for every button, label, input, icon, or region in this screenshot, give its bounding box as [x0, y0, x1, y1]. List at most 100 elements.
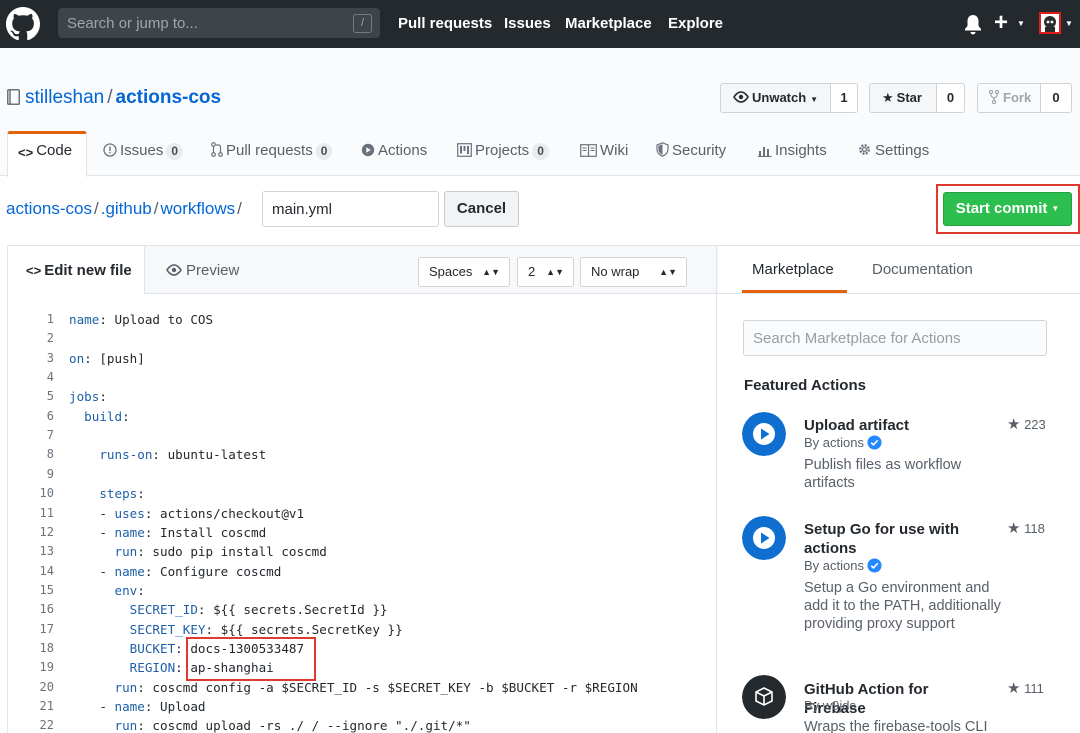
- indent-size-select[interactable]: 2 ▲▼: [517, 257, 574, 287]
- star-label: Star: [896, 90, 922, 105]
- code-key: run: [114, 680, 138, 695]
- pull-requests-count-badge: 0: [315, 143, 333, 160]
- code-line[interactable]: name: Upload to COS: [69, 312, 213, 327]
- code-line[interactable]: build:: [69, 409, 130, 424]
- tab-documentation[interactable]: Documentation: [872, 261, 973, 278]
- code-key: REGION: [129, 660, 176, 675]
- code-colon: :: [137, 718, 145, 733]
- bell-icon[interactable]: [963, 13, 983, 35]
- code-line[interactable]: - name: Upload: [69, 699, 205, 714]
- code-value: Install coscmd: [152, 525, 267, 540]
- tab-actions-label: Actions: [378, 142, 428, 159]
- code-line[interactable]: - name: Install coscmd: [69, 525, 266, 540]
- fork-label: Fork: [1003, 90, 1032, 105]
- code-highlight-box: [186, 637, 316, 681]
- tab-code[interactable]: <> Code: [18, 142, 72, 176]
- wrap-mode-value: No wrap: [591, 264, 640, 279]
- star-count[interactable]: 0: [937, 83, 965, 113]
- featured-actions-heading: Featured Actions: [744, 377, 866, 394]
- code-key: name: [114, 525, 145, 540]
- fork-button[interactable]: Fork: [977, 83, 1041, 113]
- start-commit-button[interactable]: Start commit ▼: [943, 192, 1072, 226]
- code-line[interactable]: SECRET_KEY: ${{ secrets.SecretKey }}: [69, 622, 403, 637]
- wrap-mode-select[interactable]: No wrap ▲▼: [580, 257, 687, 287]
- tab-marketplace[interactable]: Marketplace: [752, 261, 834, 278]
- code-line[interactable]: - name: Configure coscmd: [69, 564, 281, 579]
- code-key: uses: [114, 506, 145, 521]
- action-stars: ★ 223: [1007, 415, 1046, 433]
- star-icon: ★: [1007, 416, 1021, 433]
- create-new-button[interactable]: +: [994, 9, 1008, 37]
- tab-actions[interactable]: Actions: [361, 142, 427, 176]
- fork-count[interactable]: 0: [1041, 83, 1072, 113]
- tab-wiki[interactable]: Wiki: [580, 142, 628, 176]
- repo-name-link[interactable]: actions-cos: [116, 87, 222, 108]
- tab-edit-new-file[interactable]: <> Edit new file: [8, 246, 145, 294]
- indent-size-value: 2: [528, 264, 536, 279]
- pull-request-icon: [211, 142, 223, 157]
- star-button[interactable]: ★ Star: [869, 83, 937, 113]
- eye-icon: [166, 264, 182, 276]
- line-number: 21: [39, 699, 54, 713]
- cancel-button[interactable]: Cancel: [444, 191, 519, 227]
- code-value: [push]: [91, 351, 145, 366]
- tab-pull-requests[interactable]: Pull requests 0: [211, 142, 333, 176]
- file-name-input[interactable]: main.yml: [262, 191, 439, 227]
- play-icon: [361, 143, 375, 157]
- code-line[interactable]: run: sudo pip install coscmd: [69, 544, 327, 559]
- chevron-down-icon: ▼: [1017, 19, 1025, 28]
- breadcrumb-separator: /: [237, 199, 242, 218]
- indent-mode-select[interactable]: Spaces ▲▼: [418, 257, 510, 287]
- action-title-link[interactable]: Setup Go for use with actions: [804, 520, 994, 558]
- code-line[interactable]: runs-on: ubuntu-latest: [69, 447, 266, 462]
- code-colon: :: [175, 660, 183, 675]
- nav-explore[interactable]: Explore: [668, 15, 723, 32]
- verified-badge-icon: [867, 435, 882, 450]
- unwatch-button[interactable]: Unwatch ▼: [720, 83, 831, 113]
- unwatch-label: Unwatch: [752, 90, 807, 105]
- tab-settings[interactable]: Settings: [857, 142, 929, 176]
- breadcrumb-repo-link[interactable]: actions-cos: [6, 199, 92, 218]
- tab-security[interactable]: Security: [656, 142, 726, 176]
- line-number: 9: [46, 467, 54, 481]
- breadcrumb-workflows-link[interactable]: workflows: [161, 199, 236, 218]
- star-icon: ★: [1007, 520, 1021, 537]
- code-line[interactable]: env:: [69, 583, 145, 598]
- marketplace-search-input[interactable]: Search Marketplace for Actions: [743, 320, 1047, 356]
- code-line[interactable]: on: [push]: [69, 351, 145, 366]
- tab-issues[interactable]: Issues 0: [103, 142, 184, 176]
- chevron-down-icon: ▼: [1051, 204, 1060, 213]
- action-title-link[interactable]: Upload artifact: [804, 416, 994, 435]
- nav-pull-requests[interactable]: Pull requests: [398, 15, 492, 32]
- action-author: By actions: [804, 558, 882, 573]
- watch-count[interactable]: 1: [831, 83, 858, 113]
- code-line[interactable]: run: coscmd config -a $SECRET_ID -s $SEC…: [69, 680, 638, 695]
- code-line[interactable]: jobs:: [69, 389, 107, 404]
- breadcrumb-github-link[interactable]: .github: [101, 199, 152, 218]
- action-description: Publish files as workflow artifacts: [804, 457, 962, 491]
- line-number: 19: [39, 660, 54, 674]
- line-number: 17: [39, 622, 54, 636]
- code-line[interactable]: run: coscmd upload -rs ./ / --ignore "./…: [69, 718, 471, 733]
- github-logo-icon[interactable]: [6, 7, 40, 41]
- nav-issues[interactable]: Issues: [504, 15, 551, 32]
- avatar[interactable]: [1039, 12, 1061, 34]
- code-line[interactable]: - uses: actions/checkout@v1: [69, 506, 304, 521]
- tab-preview[interactable]: Preview: [166, 262, 239, 279]
- line-number: 2: [46, 331, 54, 345]
- code-line[interactable]: SECRET_ID: ${{ secrets.SecretId }}: [69, 602, 388, 617]
- tab-projects[interactable]: Projects 0: [457, 142, 549, 176]
- search-input[interactable]: Search or jump to... /: [58, 8, 380, 38]
- code-colon: :: [175, 641, 183, 656]
- nav-marketplace[interactable]: Marketplace: [565, 15, 652, 32]
- tab-insights[interactable]: Insights: [757, 142, 827, 176]
- code-colon: :: [137, 486, 145, 501]
- code-key: build: [84, 409, 123, 424]
- repo-owner-link[interactable]: stilleshan: [25, 87, 104, 108]
- code-line[interactable]: steps:: [69, 486, 145, 501]
